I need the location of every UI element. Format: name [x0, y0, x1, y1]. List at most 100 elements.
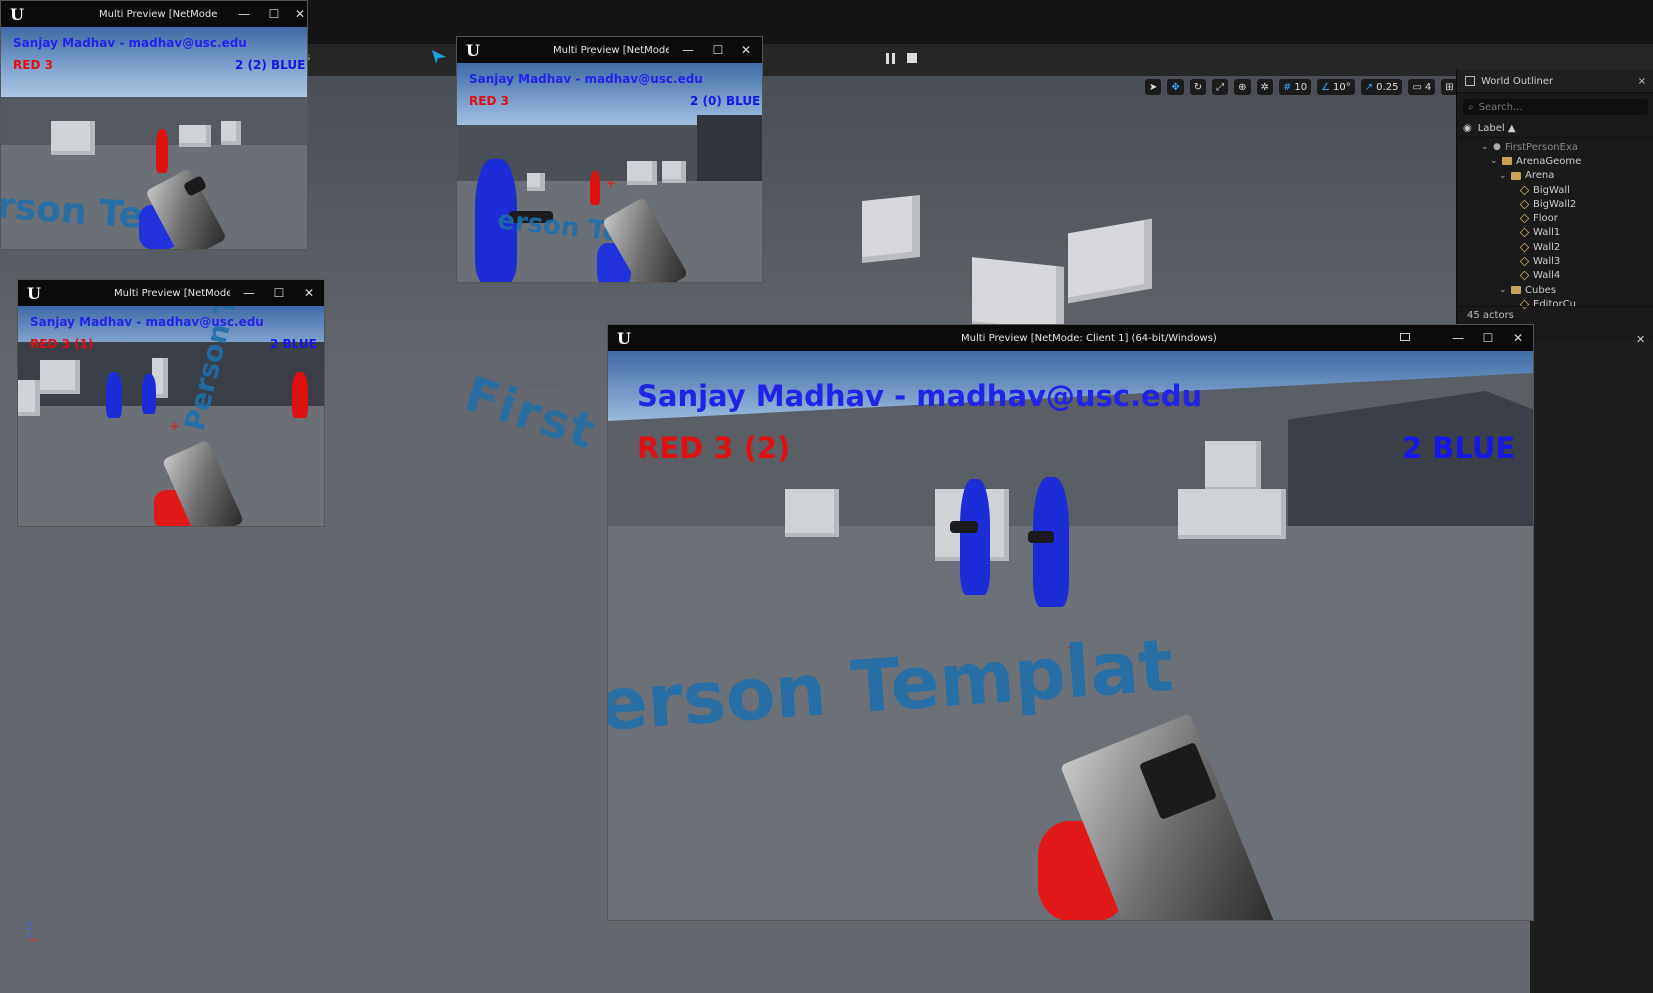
viewport-cube — [1068, 218, 1152, 304]
outliner-row[interactable]: ⌄ Cubes — [1457, 283, 1653, 297]
outliner-row[interactable]: Floor — [1457, 211, 1653, 225]
static-mesh-icon — [1519, 256, 1530, 267]
minimize-button[interactable]: — — [234, 280, 264, 306]
viewport-cube — [862, 194, 920, 264]
label-column[interactable]: Label ▲ — [1478, 123, 1516, 134]
cube — [221, 121, 241, 145]
camera-speed-value: 4 — [1424, 81, 1432, 93]
stop-button[interactable] — [904, 50, 920, 66]
outliner-search[interactable]: ⌕ Search... — [1463, 99, 1648, 115]
preview-window-3[interactable]: U Multi Preview [NetMode: Cli — ☐ ✕ Pers… — [17, 279, 325, 527]
red-player — [156, 129, 168, 173]
outliner-row[interactable]: BigWall — [1457, 183, 1653, 197]
hud-blue-score: 2 (0) BLUE — [690, 94, 761, 108]
viewport-toolbar: ➤ ✥ ↻ ⤢ ⊕ ✲ #10 ∠ 10° ↗ 0.25 ▭ 4 ⊞ — [1145, 78, 1458, 96]
outliner-row[interactable]: ⌄ Arena — [1457, 169, 1653, 183]
outliner-close-button[interactable]: × — [1638, 76, 1646, 87]
world-outliner-panel: World Outliner × ⌕ Search... ◉ Label ▲ ⌄… — [1456, 70, 1653, 340]
game-view[interactable]: Person Tem ✛ Sanjay Madhav - madhav@usc.… — [18, 306, 324, 526]
folder-icon — [1511, 286, 1521, 295]
hud-player-name: Sanjay Madhav - madhav@usc.edu — [30, 315, 264, 329]
hud-red-score: RED 3 — [469, 94, 509, 108]
cursor-icon: ➤ — [1149, 81, 1158, 93]
surface-snap-button[interactable]: ✲ — [1256, 79, 1273, 95]
chevron-down-icon[interactable]: ⌄ — [1490, 156, 1498, 166]
hud-red-score: RED 3 — [13, 58, 53, 72]
outliner-item-label: Arena — [1525, 170, 1555, 182]
chevron-down-icon[interactable]: ⌄ — [1499, 285, 1507, 295]
game-view[interactable]: rson Temp Sanjay Madhav - madhav@usc.edu… — [1, 27, 307, 249]
blue-player — [960, 479, 990, 595]
hud-blue-score: 2 BLUE — [1402, 431, 1516, 465]
outliner-row[interactable]: Wall3 — [1457, 254, 1653, 268]
scale-snap-button[interactable]: ↗ 0.25 — [1360, 79, 1403, 95]
outliner-footer: 45 actors — [1457, 306, 1653, 324]
preview-window-1[interactable]: U Multi Preview [NetMode: Cli — ☐ ✕ rson… — [0, 0, 308, 250]
maximize-button[interactable]: ☐ — [1473, 325, 1503, 351]
outliner-row[interactable]: Wall4 — [1457, 269, 1653, 283]
close-button[interactable]: ✕ — [731, 37, 761, 63]
eye-icon: ◉ — [1463, 122, 1472, 134]
pause-button[interactable] — [882, 50, 898, 66]
maximize-button[interactable]: ☐ — [703, 37, 733, 63]
unreal-logo-icon: U — [466, 40, 480, 60]
outliner-row[interactable]: BigWall2 — [1457, 197, 1653, 211]
chevron-down-icon[interactable]: ⌄ — [1481, 142, 1489, 152]
close-button[interactable]: ✕ — [294, 280, 324, 306]
camera-speed-button[interactable]: ▭ 4 — [1408, 79, 1436, 95]
chevron-down-icon[interactable]: ⌄ — [1499, 171, 1507, 181]
crosshair-icon: ✛ — [607, 179, 616, 190]
close-button[interactable]: ✕ — [285, 1, 315, 27]
hud-player-name: Sanjay Madhav - madhav@usc.edu — [469, 72, 703, 86]
outliner-item-label: Floor — [1533, 213, 1558, 225]
red-player — [590, 171, 600, 205]
rotation-snap-button[interactable]: ∠ 10° — [1317, 79, 1355, 95]
window-title-bar[interactable]: U Multi Preview [NetMode: Cli — ☐ ✕ — [457, 37, 762, 63]
cube — [179, 125, 211, 147]
blueprint-icon[interactable] — [432, 50, 446, 64]
maximize-button[interactable]: ☐ — [264, 280, 294, 306]
preview-window-client-1[interactable]: U Multi Preview [NetMode: Client 1] (64-… — [607, 324, 1534, 921]
grid-snap-button[interactable]: #10 — [1278, 79, 1312, 95]
outliner-row[interactable]: Wall1 — [1457, 226, 1653, 240]
cube — [1205, 441, 1261, 491]
hud-player-name: Sanjay Madhav - madhav@usc.edu — [13, 36, 247, 50]
minimize-button[interactable]: — — [1443, 325, 1473, 351]
outliner-row[interactable]: ⌄ ● FirstPersonExa — [1457, 140, 1653, 154]
details-close-button[interactable]: ✕ — [1636, 333, 1645, 346]
outliner-item-label: Wall2 — [1533, 241, 1561, 253]
outliner-search-input[interactable]: Search... — [1479, 102, 1523, 113]
static-mesh-icon — [1519, 213, 1530, 224]
minimize-button[interactable]: — — [673, 37, 703, 63]
axis-indicator: Z — [24, 922, 42, 940]
outliner-row[interactable]: Wall2 — [1457, 240, 1653, 254]
scale-tool-button[interactable]: ⤢ — [1212, 79, 1229, 95]
cube — [51, 121, 95, 155]
outliner-title[interactable]: World Outliner — [1481, 76, 1553, 87]
rotate-tool-button[interactable]: ↻ — [1189, 79, 1207, 95]
window-pin-icon[interactable] — [1400, 333, 1410, 341]
outliner-row[interactable]: ⌄ ArenaGeome — [1457, 154, 1653, 168]
window-title-bar[interactable]: U Multi Preview [NetMode: Client 1] (64-… — [608, 325, 1533, 351]
crosshair-icon: ✛ — [170, 422, 179, 433]
scale-icon: ⤢ — [1216, 81, 1225, 93]
game-view[interactable]: erson Tem ✛ Sanjay Madhav - madhav@usc.e… — [457, 63, 762, 282]
static-mesh-icon — [1519, 228, 1530, 238]
stop-icon — [907, 53, 917, 63]
move-tool-button[interactable]: ✥ — [1167, 79, 1184, 95]
unreal-logo-icon: U — [617, 328, 631, 348]
outliner-column-header[interactable]: ◉ Label ▲ — [1457, 119, 1653, 138]
preview-window-2[interactable]: U Multi Preview [NetMode: Cli — ☐ ✕ erso… — [456, 36, 763, 283]
window-title-bar[interactable]: U Multi Preview [NetMode: Cli — ☐ ✕ — [1, 1, 307, 27]
window-title-bar[interactable]: U Multi Preview [NetMode: Cli — ☐ ✕ — [18, 280, 324, 306]
select-tool-button[interactable]: ➤ — [1145, 79, 1162, 95]
globe-icon: ⊕ — [1238, 81, 1247, 93]
axis-z-label: Z — [26, 922, 33, 932]
rotation-snap-value: 10° — [1333, 81, 1351, 93]
close-button[interactable]: ✕ — [1503, 325, 1533, 351]
world-space-button[interactable]: ⊕ — [1234, 79, 1251, 95]
game-view[interactable]: ✛ erson Templat Sanjay Madhav - madhav@u… — [608, 351, 1533, 920]
cube — [40, 360, 80, 394]
search-icon: ⌕ — [1468, 101, 1474, 113]
minimize-button[interactable]: — — [229, 1, 259, 27]
